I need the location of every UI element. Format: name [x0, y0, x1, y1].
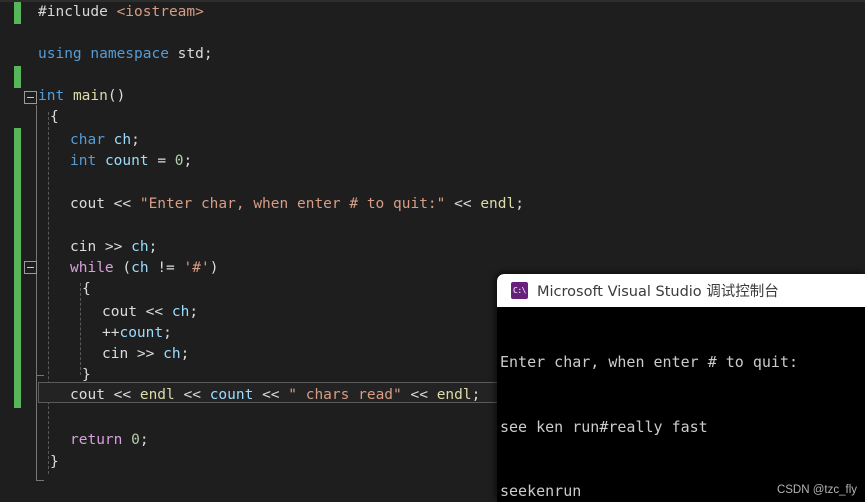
code-line-13[interactable]: while (ch != '#') [70, 258, 218, 279]
code-line-14[interactable]: { [82, 279, 91, 300]
console-line-1: Enter char, when enter # to quit: [500, 353, 799, 371]
code-line-8[interactable]: int count = 0; [70, 151, 192, 172]
code-line-16[interactable]: ++count; [102, 323, 172, 344]
change-marker-3 [14, 128, 21, 408]
code-line-18[interactable]: } [82, 365, 91, 386]
change-marker-2 [14, 66, 21, 88]
code-line-17[interactable]: cin >> ch; [102, 344, 189, 365]
code-line-19-current[interactable]: cout << endl << count << " chars read" <… [70, 385, 480, 406]
outline-rail-main-foot [36, 480, 44, 481]
code-line-5[interactable]: int main() [38, 86, 125, 107]
code-line-3[interactable]: using namespace std; [38, 44, 213, 65]
code-line-22[interactable]: } [50, 452, 59, 473]
screenshot-root: #include <iostream> using namespace std;… [0, 0, 865, 502]
code-line-12[interactable]: cin >> ch; [70, 237, 157, 258]
console-line-2: see ken run#really fast [500, 417, 708, 436]
outline-rail-while [36, 375, 44, 376]
code-line-15[interactable]: cout << ch; [102, 302, 198, 323]
console-title-bar[interactable]: C:\ Microsoft Visual Studio 调试控制台 [497, 274, 865, 307]
code-line-21[interactable]: return 0; [70, 430, 149, 451]
code-line-10[interactable]: cout << "Enter char, when enter # to qui… [70, 194, 524, 215]
change-marker-1 [14, 2, 21, 24]
fold-toggle-while[interactable] [24, 261, 37, 274]
csdn-watermark: CSDN @tzc_fly [776, 484, 857, 496]
indent-guide-2 [80, 283, 81, 375]
outline-rail-main [36, 105, 37, 480]
debug-console-window[interactable]: C:\ Microsoft Visual Studio 调试控制台 Enter … [497, 274, 865, 502]
code-line-1[interactable]: #include <iostream> [38, 2, 204, 23]
fold-toggle-main[interactable] [24, 91, 37, 104]
code-line-7[interactable]: char ch; [70, 130, 140, 151]
console-title-text: Microsoft Visual Studio 调试控制台 [537, 284, 779, 300]
console-output: Enter char, when enter # to quit: see ke… [497, 307, 865, 502]
indent-guide-1 [48, 112, 49, 474]
console-app-icon: C:\ [511, 282, 528, 299]
code-line-6[interactable]: { [50, 107, 59, 128]
